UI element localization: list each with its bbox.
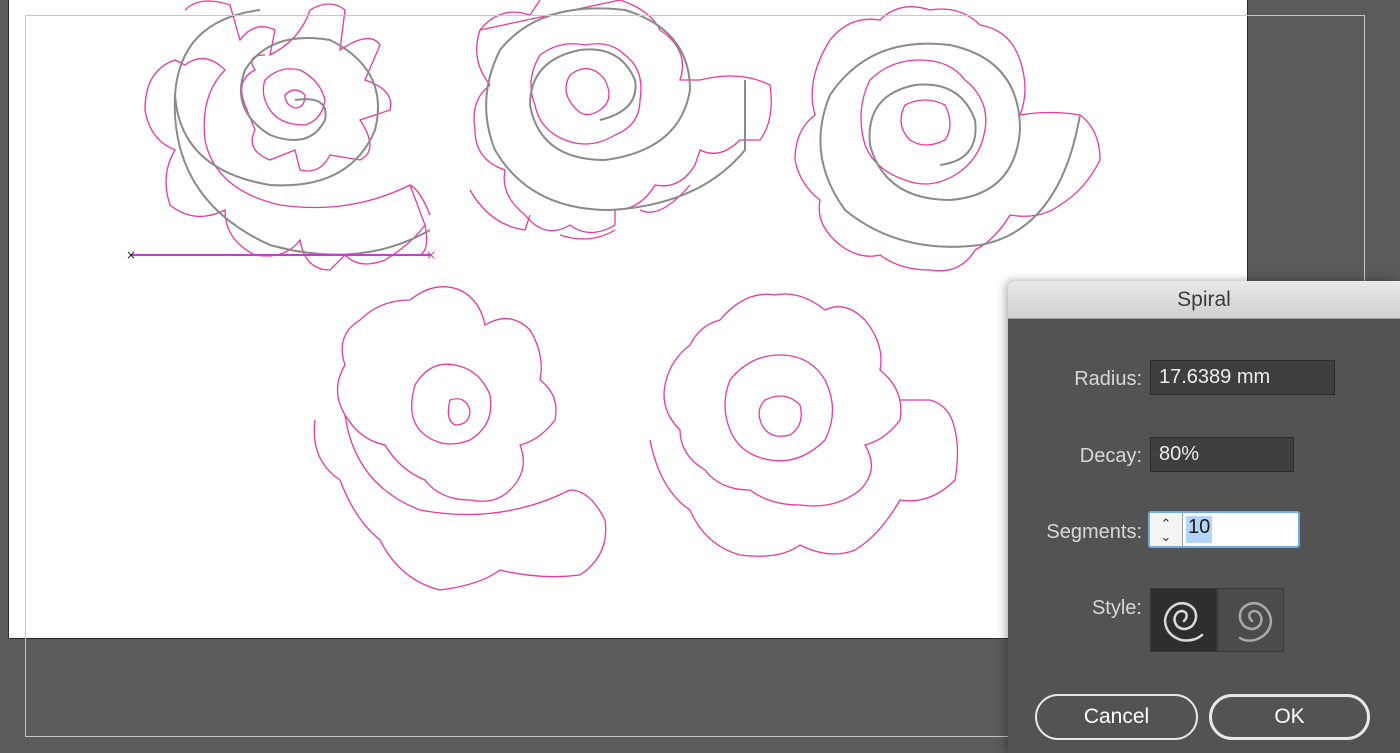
counterclockwise-spiral-icon bbox=[1238, 601, 1273, 642]
radius-field[interactable]: 17.6389 mm bbox=[1150, 360, 1335, 395]
dialog-titlebar[interactable]: Spiral bbox=[1008, 281, 1400, 319]
spiral-dialog: Spiral Radius: 17.6389 mm Decay: 80% Seg… bbox=[1008, 281, 1400, 753]
chevron-up-icon[interactable]: ⌃ bbox=[1161, 517, 1172, 530]
spiral-path-2 bbox=[485, 7, 746, 212]
style-clockwise-button[interactable] bbox=[1150, 588, 1217, 652]
segments-label: Segments: bbox=[1046, 521, 1142, 543]
rolled-flower-template-2[interactable] bbox=[469, 0, 772, 240]
rolled-flower-template-4[interactable] bbox=[313, 286, 607, 591]
spiral-path-1 bbox=[173, 9, 379, 187]
segments-input[interactable]: 10 bbox=[1186, 516, 1213, 543]
rolled-flower-template-3[interactable] bbox=[794, 6, 1101, 272]
clockwise-spiral-icon bbox=[1163, 601, 1204, 642]
cancel-button[interactable]: Cancel bbox=[1035, 694, 1198, 740]
style-label: Style: bbox=[1091, 597, 1142, 619]
rolled-flower-template-1[interactable] bbox=[144, 0, 431, 271]
spiral-path-1-tail bbox=[173, 94, 431, 256]
dialog-title: Spiral bbox=[1177, 287, 1231, 311]
radius-label: Radius: bbox=[1074, 368, 1142, 390]
style-counterclockwise-button[interactable] bbox=[1217, 588, 1284, 652]
segments-field[interactable]: ⌃ ⌄ 10 bbox=[1148, 511, 1300, 548]
chevron-down-icon[interactable]: ⌄ bbox=[1161, 530, 1172, 543]
svg-text:×: × bbox=[126, 248, 136, 262]
spiral-drag-line: × × bbox=[126, 248, 436, 262]
decay-label: Decay: bbox=[1079, 445, 1142, 467]
segments-stepper[interactable]: ⌃ ⌄ bbox=[1150, 513, 1183, 546]
svg-text:×: × bbox=[426, 248, 436, 262]
decay-field[interactable]: 80% bbox=[1150, 437, 1294, 472]
rolled-flower-template-5[interactable] bbox=[649, 293, 959, 557]
spiral-path-3 bbox=[819, 42, 1081, 248]
ok-button[interactable]: OK bbox=[1209, 694, 1370, 740]
